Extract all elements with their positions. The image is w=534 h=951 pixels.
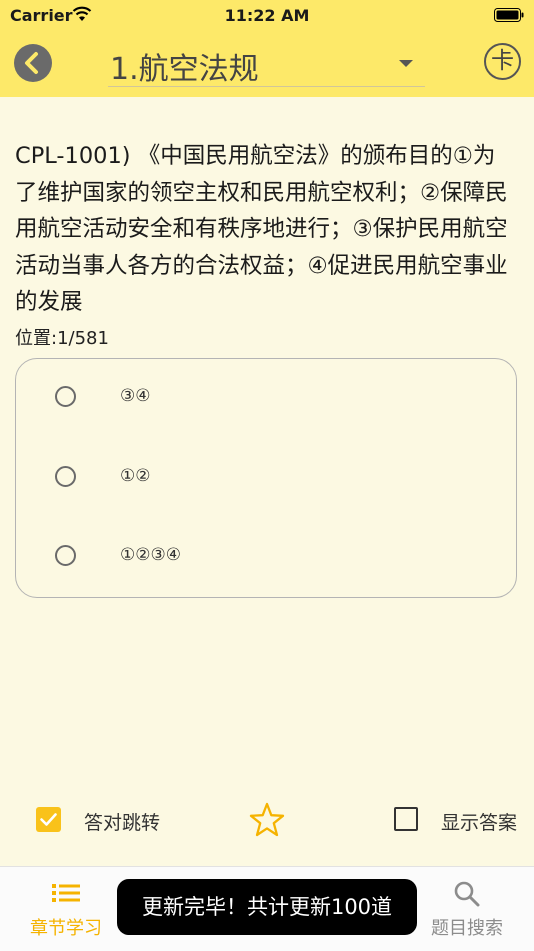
- search-icon: [454, 881, 480, 907]
- option-label: ①②: [120, 466, 151, 486]
- status-bar: Carrier 11:22 AM: [0, 0, 534, 32]
- favorite-star-icon[interactable]: [248, 801, 286, 839]
- option-label: ③④: [120, 386, 151, 406]
- option-item[interactable]: ③④: [16, 369, 516, 429]
- tab-chapter-study[interactable]: 章节学习: [11, 867, 121, 951]
- dropdown-arrow-icon: [399, 60, 413, 67]
- question-text: CPL-1001) 《中国民用航空法》的颁布目的①为了维护国家的领空主权和民用航…: [15, 143, 508, 315]
- chapter-select[interactable]: 1.航空法规: [108, 40, 425, 87]
- bottom-controls: 答对跳转 显示答案: [0, 795, 534, 845]
- option-item[interactable]: ①②: [16, 449, 516, 509]
- answer-card-button[interactable]: 卡: [484, 43, 521, 80]
- tab-question-search[interactable]: 题目搜索: [412, 867, 522, 951]
- list-icon: [52, 884, 80, 902]
- checkmark-icon: [40, 813, 57, 826]
- tab-label: 章节学习: [30, 918, 102, 939]
- back-button[interactable]: [14, 44, 52, 82]
- auto-jump-checkbox[interactable]: [36, 807, 61, 832]
- battery-icon: [494, 8, 524, 22]
- chapter-label: 1.航空法规: [110, 52, 259, 87]
- tab-label: 题目搜索: [431, 918, 503, 939]
- radio-button[interactable]: [55, 386, 76, 407]
- toast-message: 更新完毕！共计更新100道: [117, 879, 417, 935]
- card-icon-label: 卡: [491, 48, 514, 74]
- option-item[interactable]: ①②③④: [16, 528, 516, 588]
- auto-jump-label: 答对跳转: [84, 812, 161, 834]
- show-answer-label: 显示答案: [441, 812, 518, 834]
- radio-button[interactable]: [55, 466, 76, 487]
- chevron-left-icon: [25, 52, 38, 74]
- show-answer-checkbox[interactable]: [394, 807, 418, 831]
- clock: 11:22 AM: [224, 6, 310, 25]
- option-label: ①②③④: [120, 545, 181, 565]
- options-panel: ③④ ①② ①②③④: [15, 358, 517, 598]
- question-position: 位置:1/581: [15, 328, 109, 349]
- nav-bar: 1.航空法规 卡: [0, 32, 534, 97]
- radio-button[interactable]: [55, 545, 76, 566]
